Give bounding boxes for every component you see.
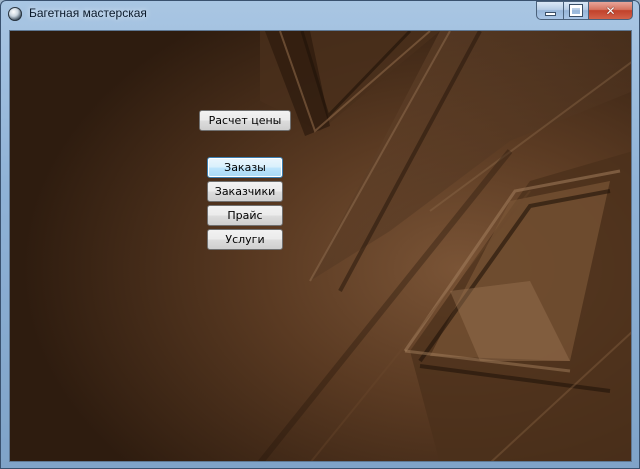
price-calc-button[interactable]: Расчет цены xyxy=(199,110,291,131)
maximize-button[interactable] xyxy=(563,1,588,20)
close-button[interactable]: ✕ xyxy=(588,1,633,20)
window-title: Багетная мастерская xyxy=(29,6,147,20)
minimize-button[interactable] xyxy=(536,1,563,20)
title-bar[interactable]: Багетная мастерская ✕ xyxy=(1,1,639,29)
window-controls: ✕ xyxy=(536,1,633,20)
menu-button-customers[interactable]: Заказчики xyxy=(207,181,283,202)
minimize-icon xyxy=(545,12,555,15)
client-area: Расчет цены Заказы Заказчики Прайс Услуг… xyxy=(9,30,632,462)
menu-button-orders[interactable]: Заказы xyxy=(207,157,283,178)
maximize-icon xyxy=(570,5,582,16)
app-icon[interactable] xyxy=(8,7,22,21)
app-window: Багетная мастерская ✕ Расчет цены Заказы… xyxy=(0,0,640,469)
menu-button-price-list[interactable]: Прайс xyxy=(207,205,283,226)
background-frame-image xyxy=(10,31,631,461)
close-icon: ✕ xyxy=(605,3,616,18)
menu-button-services[interactable]: Услуги xyxy=(207,229,283,250)
